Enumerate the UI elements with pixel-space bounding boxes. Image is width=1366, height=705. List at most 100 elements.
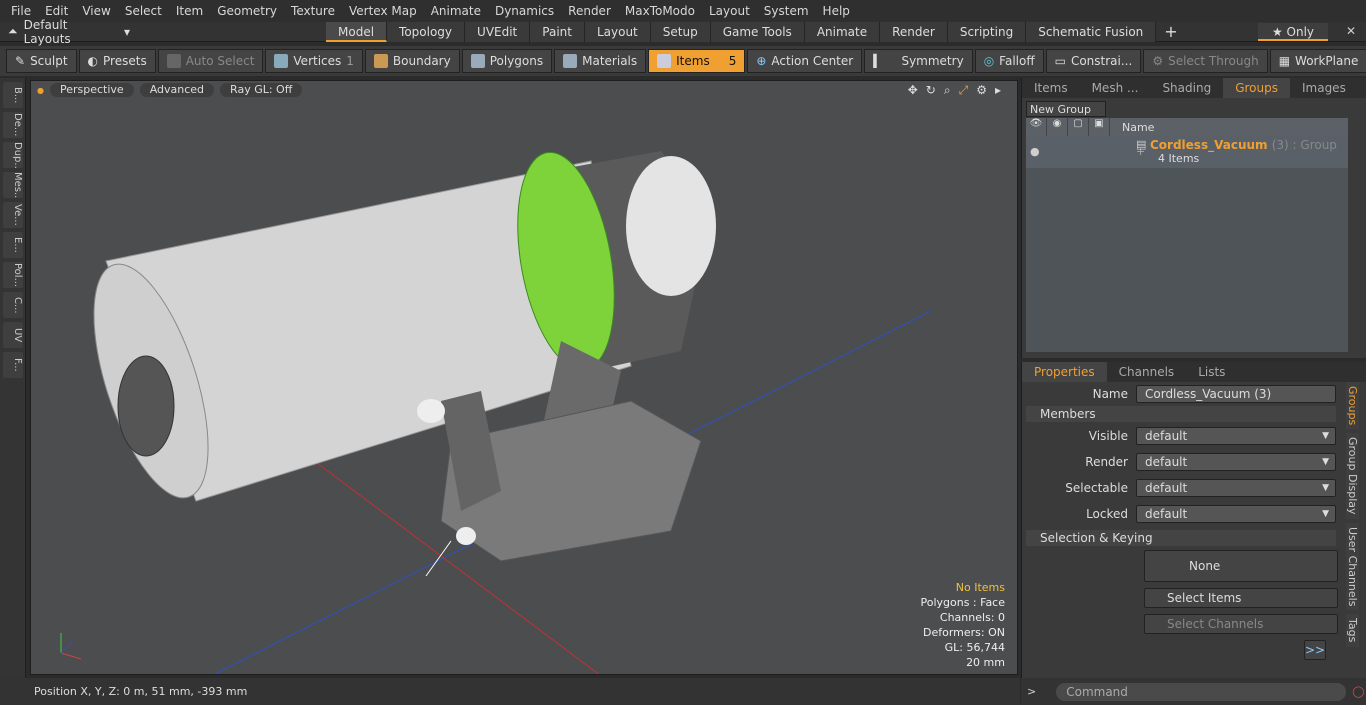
select-icon[interactable]: ▣ [1089, 118, 1110, 136]
move-icon[interactable]: ✥ [908, 83, 918, 98]
tab-game-tools[interactable]: Game Tools [710, 21, 805, 42]
selection-keying-section[interactable]: Selection & Keying [1026, 530, 1336, 546]
settings-gear-icon[interactable]: ⚙ [976, 83, 987, 98]
vertices-button[interactable]: Vertices 1 [265, 49, 363, 73]
left-tab-2[interactable]: Dup... [3, 142, 23, 168]
close-icon[interactable]: ✕ [1346, 24, 1356, 38]
action-center-button[interactable]: ⊕ Action Center [747, 49, 863, 73]
vacuum-model[interactable] [71, 145, 716, 562]
items-button[interactable]: Items 5 [648, 49, 746, 73]
materials-button[interactable]: Materials [554, 49, 647, 73]
new-group-button[interactable]: New Group [1026, 101, 1106, 117]
presets-button[interactable]: ◐ Presets [78, 49, 156, 73]
lock-icon[interactable]: ▢ [1068, 118, 1089, 136]
tab-setup[interactable]: Setup [650, 21, 711, 42]
menu-texture[interactable]: Texture [284, 4, 342, 18]
viewport-menu-icon[interactable]: ● [37, 86, 44, 95]
left-tab-0[interactable]: B... [3, 82, 23, 108]
record-icon[interactable]: ◯ [1352, 685, 1364, 698]
tab-shading[interactable]: Shading [1150, 78, 1223, 98]
left-tab-9[interactable]: F... [3, 352, 23, 378]
tab-uvedit[interactable]: UVEdit [465, 21, 531, 42]
falloff-button[interactable]: ◎ Falloff [974, 49, 1044, 73]
tab-render[interactable]: Render [880, 21, 948, 42]
workplane-button[interactable]: ▦ WorkPlane [1269, 49, 1366, 73]
3d-viewport[interactable]: ● Perspective Advanced Ray GL: Off ✥ ↻ ⌕… [30, 80, 1018, 675]
select-through-button[interactable]: ⚙ Select Through [1143, 49, 1268, 73]
eye-icon[interactable]: 👁 [1026, 118, 1047, 136]
auto-select-button[interactable]: Auto Select [157, 49, 264, 73]
sculpt-button[interactable]: ✎ Sculpt [6, 49, 77, 73]
add-tab-icon[interactable]: + [1156, 22, 1185, 42]
visible-toggle-icon[interactable]: ● [1030, 145, 1040, 158]
advanced-dropdown[interactable]: Advanced [139, 83, 215, 97]
menu-help[interactable]: Help [816, 4, 857, 18]
menu-vertex-map[interactable]: Vertex Map [342, 4, 424, 18]
left-tab-7[interactable]: C... [3, 292, 23, 318]
members-section[interactable]: Members [1026, 406, 1336, 422]
viewport-header: ● Perspective Advanced Ray GL: Off [31, 81, 1017, 99]
constraints-button[interactable]: ▭ Constrai... [1045, 49, 1142, 73]
tab-groups[interactable]: Groups [1223, 78, 1290, 98]
menu-select[interactable]: Select [118, 4, 169, 18]
more-button[interactable]: >> [1304, 640, 1326, 660]
side-tab-user-channels[interactable]: User Channels [1346, 522, 1359, 611]
tab-scripting[interactable]: Scripting [947, 21, 1027, 42]
tab-topology[interactable]: Topology [387, 21, 466, 42]
menu-file[interactable]: File [4, 4, 38, 18]
tab-lists[interactable]: Lists [1186, 362, 1237, 382]
tab-mesh-[interactable]: Mesh ... [1080, 78, 1151, 98]
menu-render[interactable]: Render [561, 4, 618, 18]
side-tab-tags[interactable]: Tags [1346, 614, 1359, 647]
boundary-button[interactable]: Boundary [364, 49, 460, 73]
select-items-button[interactable]: Select Items [1144, 588, 1338, 608]
tab-images[interactable]: Images [1290, 78, 1358, 98]
tab-channels[interactable]: Channels [1107, 362, 1187, 382]
default-layouts-dropdown[interactable]: ⏶ Default Layouts ▾ [0, 18, 130, 46]
render-icon[interactable]: ◉ [1047, 118, 1068, 136]
locked-dropdown[interactable]: default ▼ [1136, 505, 1336, 523]
only-button[interactable]: ★ Only [1258, 23, 1328, 41]
left-tab-1[interactable]: De... [3, 112, 23, 138]
none-button[interactable]: None [1144, 550, 1338, 582]
menu-dynamics[interactable]: Dynamics [488, 4, 561, 18]
visible-dropdown[interactable]: default ▼ [1136, 427, 1336, 445]
fit-icon[interactable]: ⤢ [959, 83, 969, 98]
menu-view[interactable]: View [75, 4, 117, 18]
menu-geometry[interactable]: Geometry [210, 4, 284, 18]
perspective-dropdown[interactable]: Perspective [49, 83, 134, 97]
tab-animate[interactable]: Animate [804, 21, 881, 42]
raygl-toggle[interactable]: Ray GL: Off [220, 83, 303, 97]
menu-item[interactable]: Item [169, 4, 210, 18]
side-tab-group-display[interactable]: Group Display [1346, 433, 1359, 519]
left-tab-4[interactable]: Ve... [3, 202, 23, 228]
menu-layout[interactable]: Layout [702, 4, 757, 18]
render-dropdown[interactable]: default ▼ [1136, 453, 1336, 471]
left-tab-8[interactable]: UV [3, 322, 23, 348]
side-tab-groups[interactable]: Groups [1346, 382, 1359, 430]
command-bar: > Command ◯ [1021, 678, 1366, 705]
menu-edit[interactable]: Edit [38, 4, 75, 18]
left-tab-6[interactable]: Pol... [3, 262, 23, 288]
tab-properties[interactable]: Properties [1022, 362, 1107, 382]
play-icon[interactable]: ▸ [995, 83, 1001, 98]
tab-items[interactable]: Items [1022, 78, 1080, 98]
select-channels-button[interactable]: Select Channels [1144, 614, 1338, 634]
name-field[interactable]: Cordless_Vacuum (3) [1136, 385, 1336, 403]
group-row[interactable]: ● + ▤ Cordless_Vacuum (3) : Group 4 Item… [1026, 136, 1348, 168]
selectable-dropdown[interactable]: default ▼ [1136, 479, 1336, 497]
tab-schematic-fusion[interactable]: Schematic Fusion [1026, 21, 1157, 42]
tab-layout[interactable]: Layout [584, 21, 651, 42]
left-tab-3[interactable]: Mes... [3, 172, 23, 198]
menu-animate[interactable]: Animate [424, 4, 488, 18]
polygons-button[interactable]: Polygons [461, 49, 553, 73]
tab-paint[interactable]: Paint [530, 21, 585, 42]
tab-model[interactable]: Model [326, 21, 388, 42]
rotate-icon[interactable]: ↻ [926, 83, 936, 98]
symmetry-button[interactable]: ▍ Symmetry [864, 49, 973, 73]
zoom-icon[interactable]: ⌕ [944, 83, 951, 98]
command-input[interactable]: Command [1056, 682, 1347, 701]
menu-maxtomodo[interactable]: MaxToModo [618, 4, 702, 18]
left-tab-5[interactable]: E... [3, 232, 23, 258]
menu-system[interactable]: System [757, 4, 816, 18]
